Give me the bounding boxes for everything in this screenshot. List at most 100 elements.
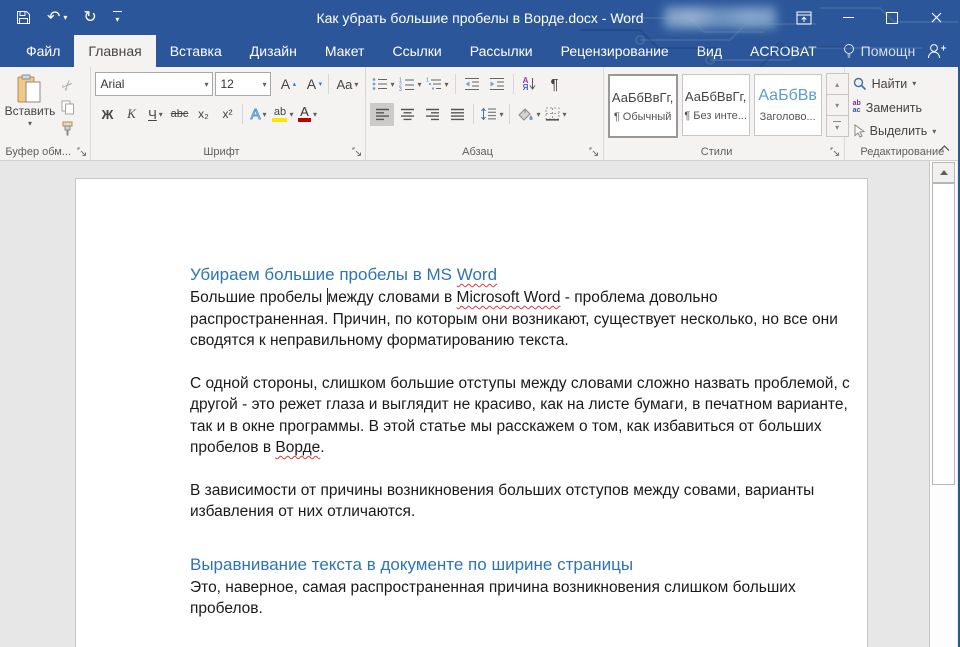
line-spacing-button[interactable]: ▾ — [478, 103, 505, 126]
font-color-button[interactable]: А ▾ — [295, 103, 319, 126]
multilevel-list-icon: 1 — [426, 77, 442, 91]
tab-references[interactable]: Ссылки — [378, 35, 455, 67]
styles-dialog-launcher[interactable] — [830, 146, 841, 157]
window-controls — [782, 0, 958, 35]
font-size-combo[interactable]: 12 ▾ — [215, 72, 271, 96]
tell-me-help-tab[interactable]: Помощн — [831, 35, 928, 67]
multilevel-list-button[interactable]: 1 ▾ — [424, 73, 450, 96]
customize-quick-access-button[interactable]: ▾ — [113, 11, 122, 24]
svg-text:3: 3 — [399, 87, 402, 91]
bullets-button[interactable]: ▾ — [370, 73, 396, 96]
font-size-caret: ▾ — [257, 80, 266, 89]
replace-button[interactable]: ab ac Заменить — [849, 97, 956, 119]
minimize-button[interactable] — [826, 0, 870, 35]
find-caret[interactable]: ▾ — [912, 79, 916, 88]
increase-indent-button[interactable] — [485, 73, 509, 96]
tab-review[interactable]: Рецензирование — [547, 35, 683, 67]
increase-indent-icon — [489, 77, 505, 91]
paste-button[interactable]: Вставить ▾ — [4, 71, 56, 142]
document-content: Убираем большие пробелы в MS Word Больши… — [76, 179, 850, 620]
align-left-button[interactable] — [370, 103, 394, 126]
format-painter-icon[interactable] — [61, 121, 75, 136]
highlight-icon: ab — [272, 107, 287, 122]
shrink-font-button[interactable]: А▾ — [299, 73, 323, 96]
select-caret[interactable]: ▾ — [932, 127, 936, 136]
shading-paint-bucket-icon — [516, 107, 534, 122]
paste-dropdown-caret[interactable]: ▾ — [28, 119, 32, 128]
customize-caret-icon: ▾ — [115, 16, 119, 24]
align-center-button[interactable] — [395, 103, 419, 126]
minimize-icon — [843, 17, 854, 18]
dialog-launcher-icon — [589, 147, 599, 157]
tab-home[interactable]: Главная — [74, 35, 155, 67]
save-icon — [16, 10, 31, 25]
dialog-launcher-icon — [352, 147, 362, 157]
close-button[interactable] — [914, 0, 958, 35]
document-page[interactable]: Убираем большие пробелы в MS Word Больши… — [75, 178, 868, 647]
copy-icon[interactable] — [61, 100, 75, 115]
paragraph-dialog-launcher[interactable] — [589, 146, 600, 157]
scrollbar-up-button[interactable] — [932, 162, 955, 183]
style-label: ¶ Обычный — [614, 111, 672, 123]
tab-view[interactable]: Вид — [683, 35, 736, 67]
sort-icon: А Я — [523, 77, 529, 91]
style-card-no-spacing[interactable]: АаБбВвГг, ¶ Без инте... — [682, 74, 750, 136]
underline-caret[interactable]: ▾ — [159, 110, 163, 119]
find-button[interactable]: Найти ▾ — [849, 73, 956, 95]
align-center-icon — [400, 108, 415, 121]
collapse-ribbon-button[interactable] — [936, 141, 952, 155]
undo-button[interactable]: ↶ ▾ — [47, 10, 67, 26]
tab-layout[interactable]: Макет — [311, 35, 379, 67]
show-paragraph-marks-button[interactable]: ¶ — [543, 73, 567, 96]
select-label: Выделить — [870, 124, 928, 138]
undo-dropdown-caret[interactable]: ▾ — [63, 14, 67, 22]
align-right-button[interactable] — [420, 103, 444, 126]
shading-button[interactable]: ▾ — [514, 103, 542, 126]
maximize-icon — [886, 12, 898, 24]
grow-font-button[interactable]: А▴ — [273, 73, 297, 96]
text-effects-button[interactable]: А ▾ — [246, 103, 270, 126]
clipboard-dialog-launcher[interactable] — [76, 146, 87, 157]
user-account-blurred — [664, 7, 776, 28]
font-dialog-launcher[interactable] — [351, 146, 362, 157]
misspelled-word: Microsoft Word — [457, 289, 561, 306]
superscript-button[interactable]: x² — [215, 103, 239, 126]
font-name-combo[interactable]: Arial ▾ — [95, 72, 213, 96]
share-sign-in-person-icon[interactable] — [927, 43, 946, 59]
tab-insert[interactable]: Вставка — [156, 35, 236, 67]
numbering-button[interactable]: 123 ▾ — [397, 73, 423, 96]
tab-design[interactable]: Дизайн — [236, 35, 311, 67]
select-button[interactable]: Выделить ▾ — [849, 120, 956, 142]
redo-button[interactable]: ↻ — [83, 10, 96, 26]
ribbon-display-options-button[interactable] — [782, 0, 826, 35]
subscript-button[interactable]: x₂ — [191, 103, 215, 126]
style-card-normal[interactable]: АаБбВвГг, ¶ Обычный — [608, 74, 678, 138]
vertical-scrollbar[interactable] — [929, 160, 957, 647]
style-preview: АаБбВвГг, — [612, 90, 673, 105]
save-button[interactable] — [16, 10, 31, 25]
justify-button[interactable] — [445, 103, 469, 126]
scroll-up-arrow-icon — [940, 170, 948, 175]
svg-text:1: 1 — [426, 78, 429, 84]
bold-button[interactable]: Ж — [95, 103, 119, 126]
strikethrough-button[interactable]: abc — [167, 103, 191, 126]
sort-button[interactable]: А Я — [518, 73, 542, 96]
styles-group: АаБбВвГг, ¶ Обычный АаБбВвГг, ¶ Без инте… — [604, 67, 845, 160]
change-case-button[interactable]: Aa▾ — [334, 73, 360, 96]
tab-mailings[interactable]: Рассылки — [456, 35, 547, 67]
style-label: Заголово... — [760, 111, 816, 123]
tab-file[interactable]: Файл — [12, 35, 74, 67]
italic-button[interactable]: К — [119, 103, 143, 126]
underline-button[interactable]: Ч▾ — [143, 103, 167, 126]
maximize-button[interactable] — [870, 0, 914, 35]
paragraph-4: Это, наверное, самая распространенная пр… — [190, 577, 850, 620]
cut-scissors-icon[interactable]: ✂ — [58, 75, 78, 95]
decrease-indent-button[interactable] — [460, 73, 484, 96]
customize-bar-icon — [113, 11, 122, 12]
style-card-heading[interactable]: АаБбВв Заголово... — [754, 74, 822, 136]
ribbon-display-options-icon — [796, 11, 812, 25]
tab-acrobat[interactable]: ACROBAT — [736, 35, 831, 67]
borders-button[interactable]: ▾ — [543, 103, 568, 126]
scrollbar-thumb[interactable] — [932, 183, 955, 485]
highlight-color-button[interactable]: ab ▾ — [270, 103, 295, 126]
